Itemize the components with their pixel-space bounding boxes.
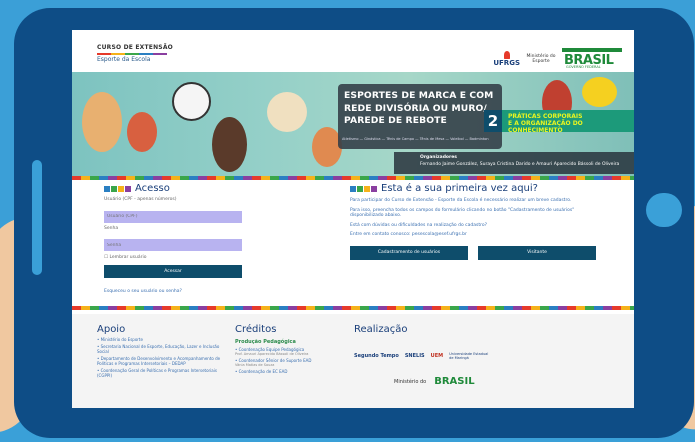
color-stripe [72, 306, 634, 310]
banner-sports-list: Atletismo — Ginástica — Tênis de Campo —… [342, 137, 489, 141]
login-button[interactable]: Acessar [104, 265, 242, 278]
screen: CURSO DE EXTENSÃO Esporte da Escola UFRG… [72, 30, 634, 408]
ministry-logo: Ministério do Esporte [526, 54, 556, 64]
course-logo[interactable]: CURSO DE EXTENSÃO Esporte da Escola [97, 44, 173, 64]
contact-email-link[interactable]: Entre em contato conosco: pesescola@esef… [350, 232, 600, 238]
volume-number-box: 2 [484, 110, 502, 132]
apoio-link[interactable]: • Ministério do Esporte [97, 337, 227, 342]
register-button[interactable]: Cadastramento de usuários [350, 245, 468, 260]
athlete-illustration [82, 92, 122, 152]
hero-banner: ESPORTES DE MARCA E COM REDE DIVISÓRIA O… [72, 72, 634, 177]
course-name: Esporte da Escola [97, 56, 151, 63]
color-squares-icon [350, 185, 377, 192]
site-header: CURSO DE EXTENSÃO Esporte da Escola UFRG… [72, 30, 634, 70]
ministry-footer-logo: Ministério do [394, 378, 427, 385]
brasil-footer-logo: BRASIL [434, 376, 475, 387]
banner-subtitle-line2: E A ORGANIZAÇÃO DO CONHECIMENTO [508, 120, 583, 134]
first-visit-panel: Esta é a sua primeira vez aqui? Para par… [350, 183, 600, 260]
uem-full-logo: Universidade Estadual de Maringá [449, 352, 489, 360]
banner-subtitle-line1: PRÁTICAS CORPORAIS [508, 113, 583, 120]
segundo-tempo-logo: Segundo Tempo [354, 353, 399, 359]
first-visit-text-3: Está com dúvidas ou dificuldades na real… [350, 222, 487, 228]
apoio-link[interactable]: • Secretaria Nacional de Esporte, Educaç… [97, 344, 227, 354]
first-visit-text-2: Para isso, preencha todos os campos do f… [350, 207, 575, 219]
forgot-password-link[interactable]: Esqueceu o seu usuário ou senha? [104, 289, 182, 294]
tablet-side-button [32, 160, 42, 275]
athlete-illustration [127, 112, 157, 152]
footer-realizacao: Realização [354, 324, 614, 335]
first-visit-text-1: Para participar do Curso de Extensão - E… [350, 198, 572, 203]
realizacao-title: Realização [354, 324, 408, 335]
athlete-illustration [582, 77, 617, 107]
uem-logo: UEM [430, 353, 444, 359]
user-label: Usuário (CPF - apenas números) [104, 197, 177, 202]
login-panel: Acesso Usuário (CPF - apenas números) Se… [104, 183, 264, 278]
color-bar [97, 53, 167, 55]
banner-title-line2: REDE DIVISÓRIA OU MURO/ [344, 102, 487, 114]
athlete-illustration [212, 117, 247, 172]
password-input[interactable] [104, 239, 242, 251]
first-visit-buttons: Cadastramento de usuários Visitante [350, 245, 600, 260]
athlete-illustration [267, 92, 307, 132]
organizers-names: Fernando Jaime González, Suraya Cristina… [420, 162, 620, 167]
login-heading: Acesso [104, 183, 264, 194]
snelis-logo: SNELIS [404, 353, 425, 359]
wheelchair-illustration [172, 82, 211, 121]
user-input[interactable] [104, 210, 242, 223]
brasil-sub: GOVERNO FEDERAL [566, 65, 601, 69]
brasil-logo: BRASIL GOVERNO FEDERAL [562, 48, 622, 70]
login-title: Acesso [135, 183, 170, 194]
ufrgs-text: UFRGS [493, 59, 520, 67]
apoio-link[interactable]: • Departamento de Desenvolvimento e Acom… [97, 356, 227, 366]
volume-number: 2 [487, 112, 499, 130]
remember-label: Lembrar usuário [109, 255, 147, 260]
footer: Apoio • Ministério do Esporte • Secretar… [72, 314, 634, 408]
color-stripe [72, 176, 634, 180]
first-visit-heading: Esta é a sua primeira vez aqui? [350, 183, 600, 194]
organizers-box: Organizadores Fernando Jaime González, S… [394, 152, 634, 174]
first-visit-title: Esta é a sua primeira vez aqui? [381, 183, 538, 194]
ufrgs-logo: UFRGS [493, 51, 520, 67]
flame-icon [503, 51, 510, 59]
creditos-title: Créditos [235, 324, 277, 335]
creditos-note: Vânia Matias de Souza [235, 363, 275, 367]
realizacao-logos-row2: Ministério do BRASIL [394, 376, 475, 387]
footer-creditos: Créditos Produção Pedagógica • Coordenaç… [235, 324, 335, 374]
banner-title-line1: ESPORTES DE MARCA E COM [344, 90, 494, 101]
apoio-link[interactable]: • Coordenação Geral de Políticas e Progr… [97, 368, 227, 378]
brasil-flag-strip [562, 48, 622, 52]
creditos-subtitle: Produção Pedagógica [235, 339, 296, 345]
color-squares-icon [104, 185, 131, 192]
creditos-note: Prof. Amauri Aparecido Bássoli de Olivei… [235, 352, 309, 356]
tablet-home-button [646, 193, 682, 227]
banner-subtitle: PRÁTICAS CORPORAIS E A ORGANIZAÇÃO DO CO… [508, 113, 634, 134]
banner-subtitle-strip: PRÁTICAS CORPORAIS E A ORGANIZAÇÃO DO CO… [502, 110, 634, 134]
realizacao-logos: Segundo Tempo SNELIS UEM Universidade Es… [354, 352, 489, 360]
apoio-title: Apoio [97, 324, 126, 335]
course-label: CURSO DE EXTENSÃO [97, 44, 173, 51]
checkbox-icon[interactable]: ☐ [104, 255, 108, 260]
visitor-button[interactable]: Visitante [478, 245, 596, 260]
partner-logos: UFRGS Ministério do Esporte BRASIL GOVER… [493, 48, 622, 70]
remember-checkbox-row[interactable]: ☐ Lembrar usuário [104, 255, 264, 260]
banner-title-line3: PAREDE DE REBOTE [344, 115, 447, 126]
creditos-item: • Coordenação de EC EAD [235, 369, 288, 374]
organizers-heading: Organizadores [420, 155, 457, 160]
footer-apoio: Apoio • Ministério do Esporte • Secretar… [97, 324, 227, 378]
banner-title: ESPORTES DE MARCA E COM REDE DIVISÓRIA O… [344, 90, 493, 128]
password-label: Senha [104, 225, 119, 231]
